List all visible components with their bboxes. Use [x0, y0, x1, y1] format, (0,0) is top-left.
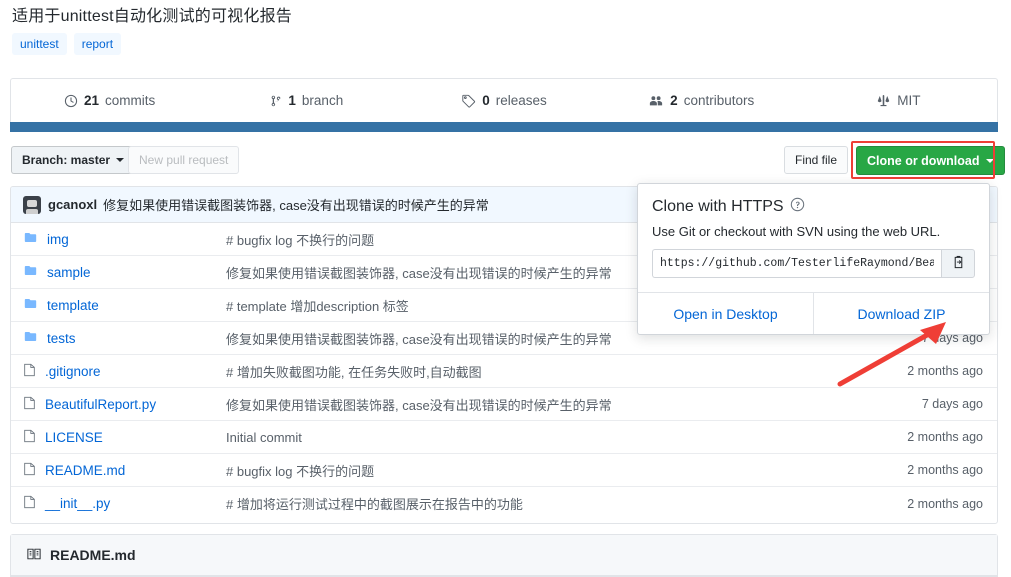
stat-contributors-label: contributors	[683, 93, 755, 108]
find-file-button[interactable]: Find file	[784, 146, 849, 174]
table-row[interactable]: .gitignore # 增加失败截图功能, 在任务失败时,自动截图 2 mon…	[11, 355, 997, 388]
file-name: tests	[47, 330, 76, 346]
stat-contributors-count: 2	[670, 93, 678, 108]
chevron-down-icon	[985, 158, 994, 163]
clone-dropdown-footer: Open in Desktop Download ZIP	[638, 292, 989, 334]
file-commit-message: Initial commit	[226, 429, 302, 445]
chevron-down-icon	[116, 158, 125, 162]
stat-commits-label: commits	[104, 93, 156, 108]
file-icon	[23, 363, 36, 380]
question-icon[interactable]	[790, 197, 805, 217]
stat-license[interactable]: MIT	[800, 93, 997, 108]
readme-panel: README.md	[10, 534, 998, 577]
repo-topics: unittest report	[12, 33, 122, 55]
file-name-cell[interactable]: template	[11, 297, 226, 313]
stat-releases-label: releases	[495, 93, 547, 108]
stat-license-label: MIT	[897, 93, 921, 108]
language-bar	[10, 122, 998, 132]
clone-dropdown-panel: Clone with HTTPS Use Git or checkout wit…	[637, 183, 990, 335]
file-name-cell[interactable]: LICENSE	[11, 429, 226, 446]
file-time: 2 months ago	[907, 496, 983, 511]
file-name: BeautifulReport.py	[45, 396, 157, 412]
commit-author[interactable]: gcanoxl	[48, 197, 97, 212]
clone-dropdown-title-row: Clone with HTTPS	[652, 197, 975, 217]
avatar	[23, 195, 41, 214]
commit-message[interactable]: 修复如果使用错误截图装饰器, case没有出现错误的时候产生的异常	[103, 195, 489, 214]
github-repo-page: 适用于unittest自动化测试的可视化报告 unittest report 2…	[0, 0, 1011, 577]
file-name: img	[47, 231, 69, 247]
file-name-cell[interactable]: README.md	[11, 462, 226, 479]
file-time: 7 days ago	[921, 397, 983, 411]
folder-icon	[23, 330, 38, 346]
clone-or-download-button[interactable]: Clone or download	[856, 146, 1005, 175]
readme-title: README.md	[50, 547, 136, 563]
table-row[interactable]: BeautifulReport.py 修复如果使用错误截图装饰器, case没有…	[11, 388, 997, 421]
file-name: LICENSE	[45, 429, 103, 445]
repo-stats-bar: 21 commits 1 branch 0 releases 2 contrib…	[10, 78, 998, 122]
people-icon	[648, 94, 664, 108]
file-commit-message: 修复如果使用错误截图装饰器, case没有出现错误的时候产生的异常	[226, 397, 612, 413]
file-name-cell[interactable]: img	[11, 231, 226, 247]
clipboard-icon	[951, 255, 966, 273]
file-icon	[23, 396, 36, 413]
tag-icon	[461, 94, 476, 108]
table-row[interactable]: README.md # bugfix log 不换行的问题 2 months a…	[11, 454, 997, 487]
new-pull-request-button[interactable]: New pull request	[128, 146, 240, 174]
file-name: template	[47, 297, 99, 313]
file-time: 2 months ago	[907, 463, 983, 477]
file-time: 2 months ago	[907, 430, 983, 444]
law-icon	[876, 94, 891, 108]
stat-branches-count: 1	[288, 93, 296, 108]
clone-dropdown-subtitle: Use Git or checkout with SVN using the w…	[652, 224, 941, 239]
copy-url-button[interactable]	[941, 249, 975, 278]
file-commit-message: # 增加失败截图功能, 在任务失败时,自动截图	[226, 364, 482, 380]
book-icon	[26, 547, 42, 564]
table-row[interactable]: LICENSE Initial commit 2 months ago	[11, 421, 997, 454]
topic-tag-report[interactable]: report	[73, 33, 122, 55]
file-time: 2 months ago	[907, 364, 983, 378]
download-zip-link[interactable]: Download ZIP	[813, 293, 989, 334]
file-name: .gitignore	[45, 363, 101, 379]
history-icon	[64, 94, 78, 108]
clone-or-download-label: Clone or download	[867, 153, 980, 168]
file-name-cell[interactable]: __init__.py	[11, 495, 226, 512]
file-name-cell[interactable]: .gitignore	[11, 363, 226, 380]
file-name-cell[interactable]: BeautifulReport.py	[11, 396, 226, 413]
file-commit-message: # 增加将运行测试过程中的截图展示在报告中的功能	[226, 497, 523, 512]
file-icon	[23, 462, 36, 479]
clone-dropdown-title: Clone with HTTPS	[652, 198, 784, 215]
file-name-cell[interactable]: tests	[11, 330, 226, 346]
file-name-cell[interactable]: sample	[11, 264, 226, 280]
stat-branches-label: branch	[301, 93, 344, 108]
readme-header: README.md	[11, 535, 997, 576]
stat-releases-count: 0	[482, 93, 490, 108]
file-icon	[23, 495, 36, 512]
file-name: __init__.py	[45, 496, 111, 511]
folder-icon	[23, 297, 38, 313]
topic-tag-unittest[interactable]: unittest	[12, 33, 67, 55]
file-commit-message: # bugfix log 不换行的问题	[226, 463, 375, 479]
clone-dropdown-body: Clone with HTTPS Use Git or checkout wit…	[638, 184, 989, 292]
table-row[interactable]: __init__.py # 增加将运行测试过程中的截图展示在报告中的功能 2 m…	[11, 487, 997, 520]
folder-icon	[23, 264, 38, 280]
file-name: sample	[47, 264, 91, 280]
stat-branches[interactable]: 1 branch	[208, 93, 405, 108]
file-name: README.md	[45, 462, 126, 478]
branch-icon	[270, 94, 282, 108]
open-in-desktop-link[interactable]: Open in Desktop	[638, 293, 813, 334]
stat-contributors[interactable]: 2 contributors	[603, 93, 800, 108]
clone-url-input[interactable]	[652, 249, 941, 278]
repo-description: 适用于unittest自动化测试的可视化报告	[12, 8, 292, 25]
branch-selector-label: Branch: master	[22, 153, 111, 167]
branch-selector-button[interactable]: Branch: master	[11, 146, 136, 174]
clone-url-row	[652, 249, 975, 278]
stat-releases[interactable]: 0 releases	[405, 93, 602, 108]
stat-commits[interactable]: 21 commits	[11, 93, 208, 108]
file-icon	[23, 429, 36, 446]
stat-commits-count: 21	[83, 93, 99, 108]
folder-icon	[23, 231, 38, 247]
